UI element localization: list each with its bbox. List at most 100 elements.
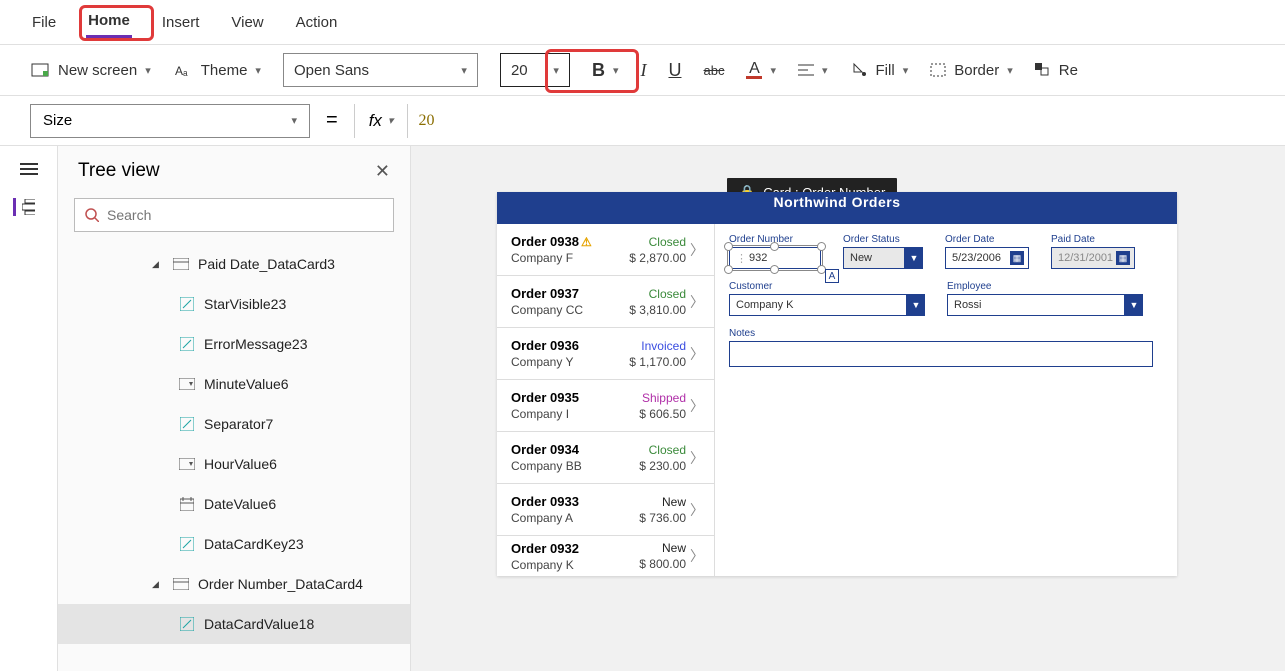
resize-handle[interactable] [817, 242, 826, 251]
label-employee: Employee [947, 281, 1143, 292]
tree-node-label: DataCardKey23 [204, 536, 304, 552]
chevron-right-icon[interactable]: 〉 [686, 344, 704, 364]
font-family-select[interactable]: Open Sans ▾ [283, 53, 478, 87]
property-select[interactable]: Size ▾ [30, 104, 310, 138]
formula-bar: Size ▾ = fx ▾ 20 [0, 96, 1285, 146]
tree-node-order-number-card[interactable]: ◢ Order Number_DataCard4 [58, 564, 410, 604]
field-notes[interactable] [729, 341, 1153, 367]
order-id: Order 0933 [511, 494, 616, 509]
order-row[interactable]: Order 0938⚠Company FClosed$ 2,870.00〉 [497, 224, 714, 276]
hamburger-button[interactable] [18, 160, 40, 178]
chevron-down-icon[interactable]: ▼ [907, 294, 925, 316]
strike-button[interactable]: abc [703, 63, 724, 78]
field-order-status[interactable]: New [843, 247, 905, 269]
order-id: Order 0932 [511, 541, 616, 556]
field-order-date[interactable]: 5/23/2006 ▦ [945, 247, 1029, 269]
underline-button[interactable]: U [668, 60, 681, 81]
chevron-right-icon[interactable]: 〉 [686, 500, 704, 520]
field-employee[interactable]: Rossi [947, 294, 1125, 316]
tree-node-minutevalue[interactable]: MinuteValue6 [58, 364, 410, 404]
fx-box[interactable]: fx ▾ 20 [354, 104, 435, 138]
order-company: Company Y [511, 355, 616, 369]
tree-node-label: Order Number_DataCard4 [198, 576, 363, 592]
tree-node-hourvalue[interactable]: HourValue6 [58, 444, 410, 484]
chevron-down-icon[interactable]: ▼ [1125, 294, 1143, 316]
warning-icon: ⚠ [581, 235, 592, 249]
tree-node-separator[interactable]: Separator7 [58, 404, 410, 444]
label-icon [178, 337, 196, 351]
order-amount: $ 606.50 [616, 407, 686, 421]
calendar-icon[interactable]: ▦ [1010, 251, 1024, 265]
menu-view[interactable]: View [229, 8, 265, 37]
tree-node-datevalue[interactable]: DateValue6 [58, 484, 410, 524]
tree-node-starvisible[interactable]: StarVisible23 [58, 284, 410, 324]
menu-action[interactable]: Action [294, 8, 340, 37]
order-row[interactable]: Order 0933Company ANew$ 736.00〉 [497, 484, 714, 536]
tree-node-paid-date-card[interactable]: ◢ Paid Date_DataCard3 [58, 244, 410, 284]
reorder-icon [1035, 63, 1051, 77]
align-button[interactable]: ▾ [798, 63, 828, 77]
font-size-select[interactable]: 20 ▾ [500, 53, 570, 87]
field-paid-date[interactable]: 12/31/2001 ▦ [1051, 247, 1135, 269]
value-order-status: New [850, 252, 872, 264]
tree-title: Tree view [78, 160, 160, 182]
tree-node-datacardkey[interactable]: DataCardKey23 [58, 524, 410, 564]
close-tree-button[interactable]: ✕ [375, 161, 390, 182]
chevron-right-icon[interactable]: 〉 [686, 396, 704, 416]
font-color-button[interactable]: A ▾ [746, 62, 776, 79]
label-order-status: Order Status [843, 234, 923, 245]
chevron-right-icon[interactable]: 〉 [686, 546, 704, 566]
order-status: Closed [616, 235, 686, 249]
canvas[interactable]: 🔒 Card : Order Number Northwind Orders O… [411, 146, 1285, 671]
resize-handle[interactable] [770, 242, 779, 251]
reorder-button[interactable]: Re [1035, 62, 1078, 79]
menu-file[interactable]: File [30, 8, 58, 37]
chevron-right-icon[interactable]: 〉 [686, 292, 704, 312]
italic-icon: I [640, 60, 646, 81]
fill-button[interactable]: Fill ▾ [850, 62, 909, 79]
order-row[interactable]: Order 0932Company KNew$ 800.00〉 [497, 536, 714, 576]
resize-handle[interactable] [724, 265, 733, 274]
theme-button[interactable]: Aₐ Theme ▾ [173, 62, 261, 79]
label-notes: Notes [729, 328, 1163, 339]
tree-search-box[interactable] [74, 198, 394, 232]
tree-node-errormessage[interactable]: ErrorMessage23 [58, 324, 410, 364]
label-icon [178, 537, 196, 551]
calendar-icon[interactable]: ▦ [1116, 251, 1130, 265]
tree-node-label: Paid Date_DataCard3 [198, 256, 335, 272]
tree-node-datacardvalue18[interactable]: DataCardValue18 [58, 604, 410, 644]
order-amount: $ 2,870.00 [616, 251, 686, 265]
value-paid-date: 12/31/2001 [1058, 252, 1113, 264]
order-row[interactable]: Order 0935Company IShipped$ 606.50〉 [497, 380, 714, 432]
resize-handle[interactable] [770, 265, 779, 274]
chevron-right-icon[interactable]: 〉 [686, 240, 704, 260]
chevron-down-icon: ▾ [903, 64, 909, 77]
label-order-date: Order Date [945, 234, 1029, 245]
menu-insert[interactable]: Insert [160, 8, 202, 37]
chevron-down-icon: ▾ [388, 114, 394, 127]
chevron-down-icon[interactable]: ▼ [905, 247, 923, 269]
border-button[interactable]: Border ▾ [930, 62, 1013, 79]
tree-rail-button[interactable] [13, 198, 35, 216]
order-row[interactable]: Order 0934Company BBClosed$ 230.00〉 [497, 432, 714, 484]
tree-search-input[interactable] [107, 207, 383, 223]
field-customer[interactable]: Company K [729, 294, 907, 316]
order-amount: $ 1,170.00 [616, 355, 686, 369]
new-screen-label: New screen [58, 62, 137, 79]
menu-home[interactable]: Home [86, 6, 132, 38]
order-company: Company F [511, 251, 616, 265]
order-row[interactable]: Order 0937Company CCClosed$ 3,810.00〉 [497, 276, 714, 328]
chevron-down-icon: ▾ [145, 64, 151, 77]
chevron-right-icon[interactable]: 〉 [686, 448, 704, 468]
resize-handle[interactable] [724, 242, 733, 251]
collapse-icon[interactable]: ◢ [152, 579, 164, 590]
bold-icon: B [592, 60, 605, 81]
fx-label: fx [369, 111, 382, 131]
new-screen-button[interactable]: New screen ▾ [30, 62, 151, 79]
reorder-label: Re [1059, 62, 1078, 79]
italic-button[interactable]: I [640, 60, 646, 81]
bold-button[interactable]: B ▾ [592, 60, 619, 81]
collapse-icon[interactable]: ◢ [152, 259, 164, 270]
order-form: Order Number ⋮ 932 [715, 224, 1177, 576]
order-row[interactable]: Order 0936Company YInvoiced$ 1,170.00〉 [497, 328, 714, 380]
